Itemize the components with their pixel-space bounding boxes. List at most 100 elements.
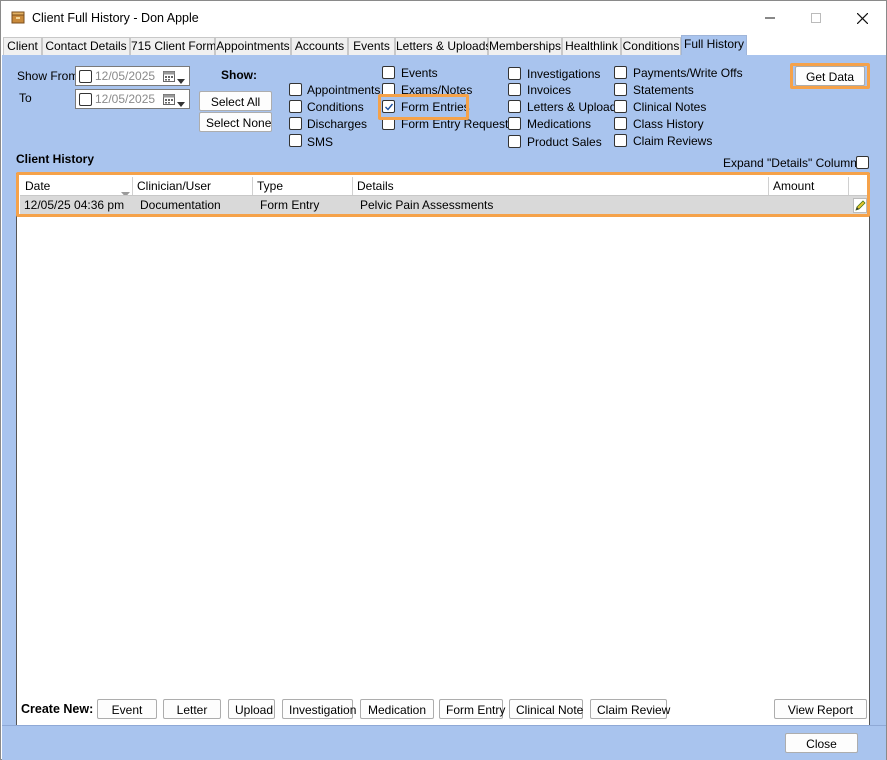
client-full-history-window: Client Full History - Don Apple Client C…	[0, 0, 887, 760]
maximize-button[interactable]	[793, 1, 839, 35]
create-letter-button[interactable]: Letter	[163, 699, 221, 719]
get-data-button[interactable]: Get Data	[795, 66, 865, 86]
close-window-button[interactable]	[839, 1, 885, 35]
column-header-edit	[849, 177, 867, 195]
form-entries-label: Form Entries	[401, 100, 470, 114]
to-enable-checkbox[interactable]	[79, 93, 92, 106]
expand-details-label: Expand "Details" Column?	[723, 156, 864, 170]
to-label: To	[19, 91, 32, 105]
conditions-checkbox[interactable]	[289, 100, 302, 113]
letters-uploads-label: Letters & Uploads	[527, 100, 623, 114]
edit-entry-button[interactable]	[853, 198, 867, 213]
tab-contact-details[interactable]: Contact Details	[42, 37, 130, 55]
calendar-icon	[163, 70, 175, 85]
form-entry-requests-checkbox[interactable]	[382, 117, 395, 130]
close-button[interactable]: Close	[785, 733, 858, 753]
create-upload-button[interactable]: Upload	[228, 699, 275, 719]
expand-details-checkbox[interactable]	[856, 156, 869, 169]
tab-letters-uploads[interactable]: Letters & Uploads	[395, 37, 491, 55]
product-sales-checkbox[interactable]	[508, 135, 521, 148]
create-medication-button[interactable]: Medication	[360, 699, 434, 719]
tab-memberships[interactable]: Memberships	[488, 37, 562, 55]
chevron-down-icon	[177, 73, 185, 87]
full-history-panel: Show From To 12/05/2025 12/05/2025 Show:…	[2, 55, 886, 760]
claim-reviews-label: Claim Reviews	[633, 134, 713, 148]
tab-full-history[interactable]: Full History	[681, 35, 747, 55]
create-clinical-note-button[interactable]: Clinical Note	[509, 699, 583, 719]
client-history-heading: Client History	[16, 152, 95, 166]
create-form-entry-button[interactable]: Form Entry	[439, 699, 505, 719]
app-icon	[11, 11, 25, 24]
exams-notes-checkbox[interactable]	[382, 83, 395, 96]
create-investigation-button[interactable]: Investigation	[282, 699, 356, 719]
to-date-value: 12/05/2025	[95, 92, 156, 106]
tab-accounts[interactable]: Accounts	[291, 37, 348, 55]
to-date-picker[interactable]: 12/05/2025	[75, 89, 190, 109]
appointments-label: Appointments	[307, 83, 381, 97]
discharges-checkbox[interactable]	[289, 117, 302, 130]
client-history-grid: Date Clinician/User Type Details Amount …	[16, 173, 870, 749]
tab-715-client-form[interactable]: 715 Client Form	[130, 37, 216, 55]
letters-uploads-checkbox[interactable]	[508, 100, 521, 113]
clinical-notes-checkbox[interactable]	[614, 100, 627, 113]
pencil-icon	[855, 200, 866, 211]
table-row[interactable]: 12/05/25 04:36 pm Documentation Form Ent…	[20, 196, 867, 216]
row-date: 12/05/25 04:36 pm	[24, 198, 125, 212]
create-new-label: Create New:	[21, 702, 94, 716]
appointments-checkbox[interactable]	[289, 83, 302, 96]
tab-appointments[interactable]: Appointments	[215, 37, 291, 55]
exams-notes-label: Exams/Notes	[401, 83, 473, 97]
claim-reviews-checkbox[interactable]	[614, 134, 627, 147]
class-history-checkbox[interactable]	[614, 117, 627, 130]
row-type: Form Entry	[260, 198, 320, 212]
tab-conditions[interactable]: Conditions	[621, 37, 681, 55]
sms-label: SMS	[307, 135, 334, 149]
footer-bar	[2, 725, 886, 760]
maximize-icon	[811, 13, 821, 23]
show-from-label: Show From	[17, 69, 79, 83]
investigations-checkbox[interactable]	[508, 67, 521, 80]
discharges-label: Discharges	[307, 117, 368, 131]
tab-events[interactable]: Events	[348, 37, 395, 55]
show-from-date-picker[interactable]: 12/05/2025	[75, 66, 190, 86]
close-icon	[856, 12, 868, 24]
medications-checkbox[interactable]	[508, 117, 521, 130]
select-none-button[interactable]: Select None	[199, 112, 272, 132]
row-clinician: Documentation	[140, 198, 221, 212]
statements-checkbox[interactable]	[614, 83, 627, 96]
conditions-label: Conditions	[307, 100, 364, 114]
column-header-amount[interactable]: Amount	[769, 177, 849, 195]
create-claim-review-button[interactable]: Claim Review	[590, 699, 670, 719]
class-history-label: Class History	[633, 117, 704, 131]
medications-label: Medications	[527, 117, 592, 131]
column-header-clinician[interactable]: Clinician/User	[133, 177, 253, 195]
events-label: Events	[401, 66, 438, 80]
chevron-down-icon	[177, 96, 185, 110]
payments-write-offs-label: Payments/Write Offs	[633, 66, 743, 80]
invoices-checkbox[interactable]	[508, 83, 521, 96]
column-header-date[interactable]: Date	[21, 177, 133, 197]
payments-write-offs-checkbox[interactable]	[614, 66, 627, 79]
create-event-button[interactable]: Event	[97, 699, 157, 719]
events-checkbox[interactable]	[382, 66, 395, 79]
tab-healthlink[interactable]: Healthlink	[562, 37, 621, 55]
show-label: Show:	[221, 68, 257, 82]
form-entry-requests-label: Form Entry Requests	[401, 117, 515, 131]
investigations-label: Investigations	[527, 67, 601, 81]
tab-strip: Client Contact Details 715 Client Form A…	[2, 35, 886, 55]
show-from-enable-checkbox[interactable]	[79, 70, 92, 83]
column-header-details[interactable]: Details	[353, 177, 769, 195]
column-header-date-label: Date	[25, 179, 51, 193]
view-report-button[interactable]: View Report	[774, 699, 867, 719]
row-amount	[772, 196, 776, 215]
form-entries-checkbox[interactable]	[382, 100, 395, 113]
minimize-button[interactable]	[747, 1, 793, 35]
statements-label: Statements	[633, 83, 694, 97]
sms-checkbox[interactable]	[289, 134, 302, 147]
tab-client[interactable]: Client	[3, 37, 42, 55]
checkmark-icon	[385, 103, 394, 111]
column-header-type[interactable]: Type	[253, 177, 353, 195]
calendar-icon	[163, 93, 175, 108]
select-all-button[interactable]: Select All	[199, 91, 272, 111]
show-from-date-value: 12/05/2025	[95, 69, 156, 83]
